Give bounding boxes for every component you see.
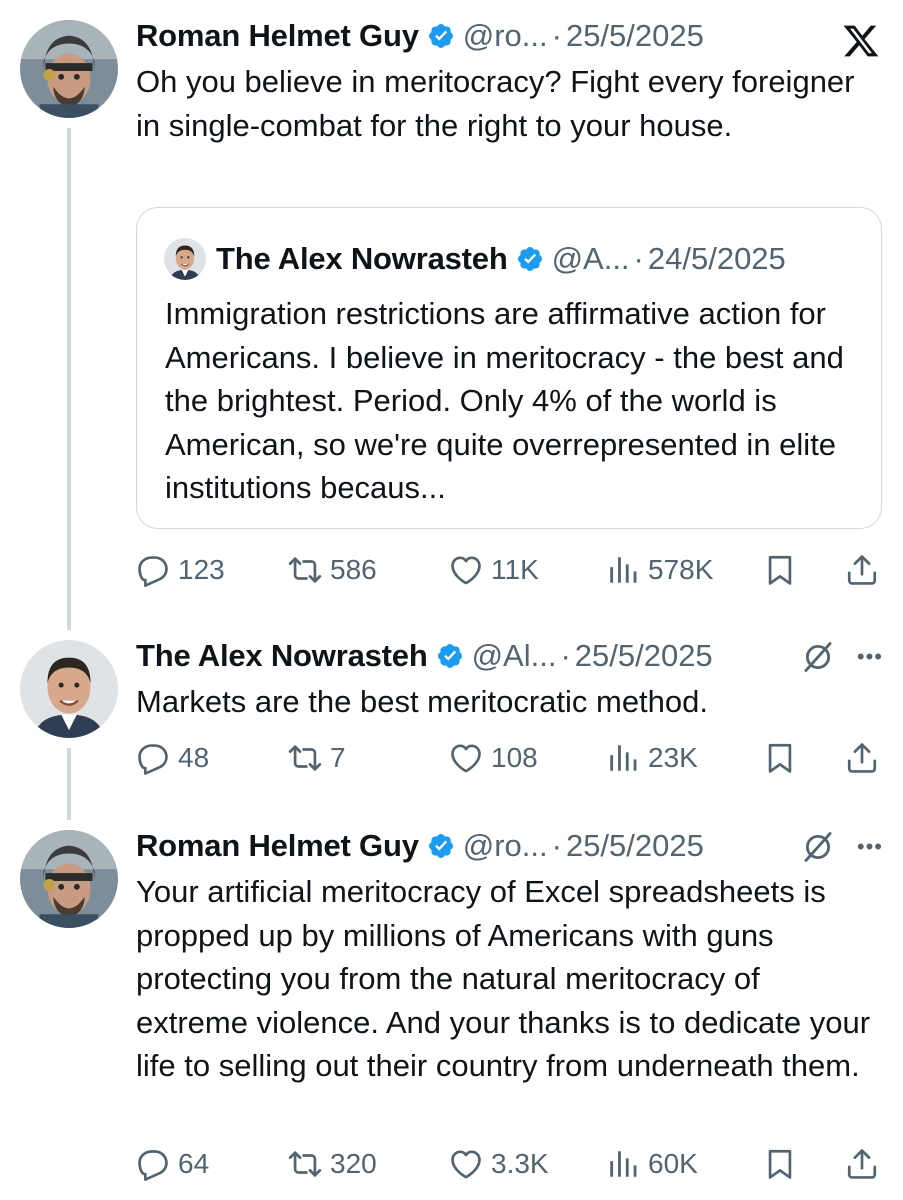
quoted-author-name: The Alex Nowrasteh: [216, 241, 508, 276]
author-name[interactable]: Roman Helmet Guy: [136, 18, 419, 54]
share-icon: [845, 741, 879, 775]
author-handle[interactable]: @Al...: [472, 638, 557, 674]
share-button[interactable]: [845, 1147, 879, 1181]
grok-icon[interactable]: [801, 640, 835, 674]
author-handle[interactable]: @ro...: [463, 18, 548, 54]
tweet-header: Roman Helmet Guy @ro... · 25/5/2025: [136, 16, 883, 56]
views-button[interactable]: 23K: [606, 741, 698, 775]
like-icon: [449, 1147, 483, 1181]
repost-button[interactable]: 7: [288, 741, 346, 775]
views-icon: [606, 741, 640, 775]
separator-dot: ·: [551, 828, 562, 863]
quoted-tweet-text: Immigration restrictions are affirmative…: [165, 296, 844, 505]
like-count: 3.3K: [491, 1148, 549, 1179]
bookmark-button[interactable]: [763, 553, 797, 587]
bookmark-button[interactable]: [763, 1147, 797, 1181]
reply-icon: [136, 1147, 170, 1181]
like-count: 108: [491, 742, 538, 773]
reply-button[interactable]: 123: [136, 553, 225, 587]
repost-icon: [288, 553, 322, 587]
avatar-image: [20, 830, 118, 928]
repost-button[interactable]: 586: [288, 553, 377, 587]
author-name[interactable]: Roman Helmet Guy: [136, 828, 419, 864]
verified-badge-icon: [436, 642, 464, 670]
verified-badge-icon: [427, 832, 455, 860]
views-count: 23K: [648, 742, 698, 773]
action-bar: 123 586 11K 578K: [136, 550, 881, 590]
repost-count: 586: [330, 554, 377, 585]
tweet-header: Roman Helmet Guy @ro... · 25/5/2025: [136, 826, 883, 866]
reply-count: 123: [178, 554, 225, 585]
share-icon: [845, 553, 879, 587]
tweet[interactable]: Roman Helmet Guy @ro... · 25/5/2025 ••• …: [0, 810, 903, 1200]
bookmark-button[interactable]: [763, 741, 797, 775]
author-handle[interactable]: @ro...: [463, 828, 548, 864]
separator-dot: ·: [551, 18, 562, 53]
avatar-image: [20, 20, 118, 118]
tweet[interactable]: The Alex Nowrasteh @Al... · 25/5/2025 ••…: [0, 620, 903, 820]
share-button[interactable]: [845, 741, 879, 775]
reply-icon: [136, 741, 170, 775]
tweet-header-actions: •••: [801, 640, 883, 674]
grok-icon[interactable]: [801, 830, 835, 864]
tweet-date[interactable]: 25/5/2025: [566, 18, 704, 54]
like-icon: [449, 553, 483, 587]
repost-icon: [288, 1147, 322, 1181]
tweet-header-actions: •••: [801, 830, 883, 864]
more-icon[interactable]: •••: [857, 834, 883, 860]
repost-count: 320: [330, 1148, 377, 1179]
views-count: 578K: [648, 554, 714, 585]
tweet-header: The Alex Nowrasteh @Al... · 25/5/2025: [136, 636, 883, 676]
bookmark-icon: [763, 553, 797, 587]
views-icon: [606, 553, 640, 587]
like-button[interactable]: 11K: [449, 553, 539, 587]
more-icon[interactable]: •••: [857, 644, 883, 670]
tweet-date[interactable]: 25/5/2025: [575, 638, 713, 674]
views-icon: [606, 1147, 640, 1181]
like-count: 11K: [491, 554, 539, 585]
share-icon: [845, 1147, 879, 1181]
avatar[interactable]: [20, 640, 118, 738]
like-button[interactable]: 108: [449, 741, 538, 775]
like-icon: [449, 741, 483, 775]
author-name[interactable]: The Alex Nowrasteh: [136, 638, 428, 674]
reply-count: 48: [178, 742, 210, 773]
repost-count: 7: [330, 742, 346, 773]
quoted-tweet-header: The Alex Nowrasteh @A... · 24/5/2025: [164, 238, 786, 280]
repost-button[interactable]: 320: [288, 1147, 377, 1181]
tweet-date[interactable]: 25/5/2025: [566, 828, 704, 864]
reply-count: 64: [178, 1148, 210, 1179]
separator-dot: ·: [560, 638, 571, 673]
avatar[interactable]: [20, 830, 118, 928]
tweet[interactable]: Roman Helmet Guy @ro... · 25/5/2025 Oh y…: [0, 0, 903, 620]
reply-button[interactable]: 64: [136, 1147, 209, 1181]
reply-button[interactable]: 48: [136, 741, 209, 775]
bookmark-icon: [763, 741, 797, 775]
tweet-text: Oh you believe in meritocracy? Fight eve…: [136, 64, 855, 143]
quoted-tweet-date: 24/5/2025: [647, 241, 786, 276]
views-count: 60K: [648, 1148, 698, 1179]
quoted-tweet[interactable]: The Alex Nowrasteh @A... · 24/5/2025 Imm…: [136, 207, 882, 529]
repost-icon: [288, 741, 322, 775]
quoted-avatar: [164, 238, 206, 280]
reply-icon: [136, 553, 170, 587]
views-button[interactable]: 578K: [606, 553, 713, 587]
bookmark-icon: [763, 1147, 797, 1181]
like-button[interactable]: 3.3K: [449, 1147, 549, 1181]
action-bar: 64 320 3.3K 60K: [136, 1144, 881, 1184]
share-button[interactable]: [845, 553, 879, 587]
tweet-text: Your artificial meritocracy of Excel spr…: [136, 874, 871, 1083]
avatar[interactable]: [20, 20, 118, 118]
views-button[interactable]: 60K: [606, 1147, 698, 1181]
quoted-author-handle: @A...: [551, 241, 630, 276]
separator-dot: ·: [633, 241, 644, 276]
verified-badge-icon: [427, 22, 455, 50]
verified-badge-icon: [516, 245, 544, 273]
tweet-text: Markets are the best meritocratic method…: [136, 684, 709, 719]
avatar-image: [20, 640, 118, 738]
action-bar: 48 7 108 23K: [136, 738, 881, 778]
